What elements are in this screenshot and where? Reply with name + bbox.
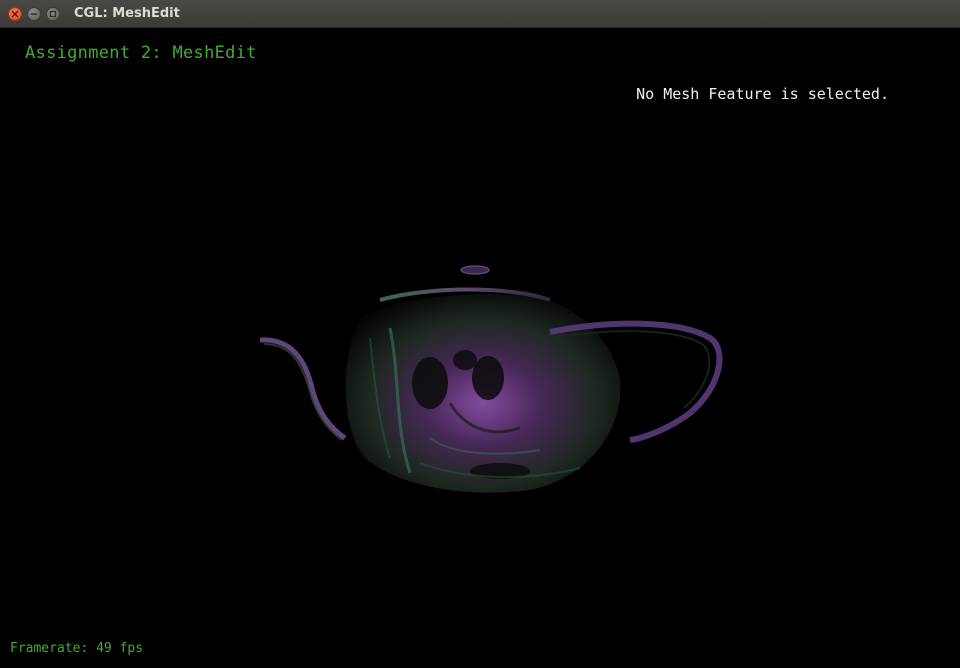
close-icon [11, 10, 19, 18]
minimize-icon [30, 13, 38, 15]
minimize-button[interactable] [27, 7, 41, 21]
title-bar[interactable]: CGL: MeshEdit [0, 0, 960, 28]
selection-status: No Mesh Feature is selected. [636, 85, 889, 103]
app-window: CGL: MeshEdit Assignment 2: MeshEdit No … [0, 0, 960, 668]
maximize-button[interactable] [46, 7, 60, 21]
assignment-title: Assignment 2: MeshEdit [25, 43, 257, 63]
window-title: CGL: MeshEdit [74, 6, 180, 21]
render-viewport[interactable]: Assignment 2: MeshEdit No Mesh Feature i… [0, 28, 960, 668]
close-button[interactable] [8, 7, 22, 21]
framerate-readout: Framerate: 49 fps [10, 641, 144, 656]
teapot-mesh[interactable] [250, 228, 730, 498]
maximize-icon [49, 10, 57, 18]
